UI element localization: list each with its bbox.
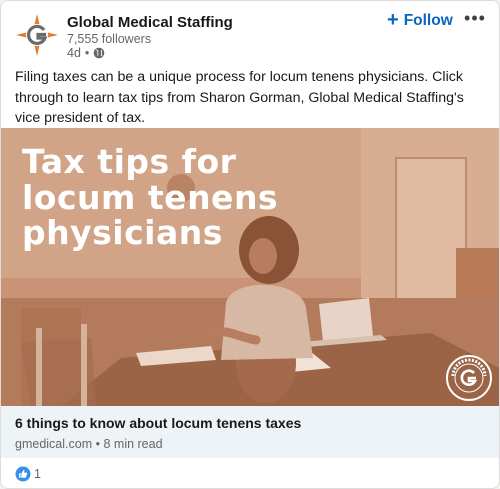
article-meta: gmedical.com • 8 min read [15,437,163,451]
gms-compass-logo-icon[interactable] [15,13,59,57]
more-options-button[interactable]: ••• [463,9,487,31]
article-title[interactable]: 6 things to know about locum tenens taxe… [15,415,301,431]
globe-icon [93,47,105,59]
plus-icon: + [387,9,399,31]
post-age: 4d [67,46,81,60]
hero-line-2: locum tenens [22,177,279,217]
hero-line-3: physicians [22,213,223,252]
article-domain: gmedical.com [15,437,93,451]
meta-separator: • [84,46,90,60]
more-options-icon: ••• [464,8,486,28]
article-image[interactable]: Tax tips for locum tenens physicians [1,128,499,406]
reaction-summary[interactable]: 1 [15,466,41,482]
follow-button[interactable]: + Follow [387,10,453,32]
article-meta-separator: • [95,437,100,451]
company-name[interactable]: Global Medical Staffing [67,14,233,31]
follower-count: 7,555 followers [67,32,152,46]
post-text: Filing taxes can be a unique process for… [15,69,464,126]
follow-label: Follow [403,12,453,29]
hero-headline: Tax tips for locum tenens physicians [22,144,278,251]
post-header: Global Medical Staffing 7,555 followers … [1,1,499,65]
hero-line-1: Tax tips for [22,142,237,181]
post-card: Global Medical Staffing 7,555 followers … [0,0,500,489]
post-meta: 4d • [67,46,105,60]
like-icon [15,466,31,482]
article-read-time: 8 min read [103,437,163,451]
reaction-count: 1 [34,467,41,481]
global-medical-staffing-badge-icon [446,355,492,401]
article-link[interactable]: 6 things to know about locum tenens taxe… [1,406,499,458]
